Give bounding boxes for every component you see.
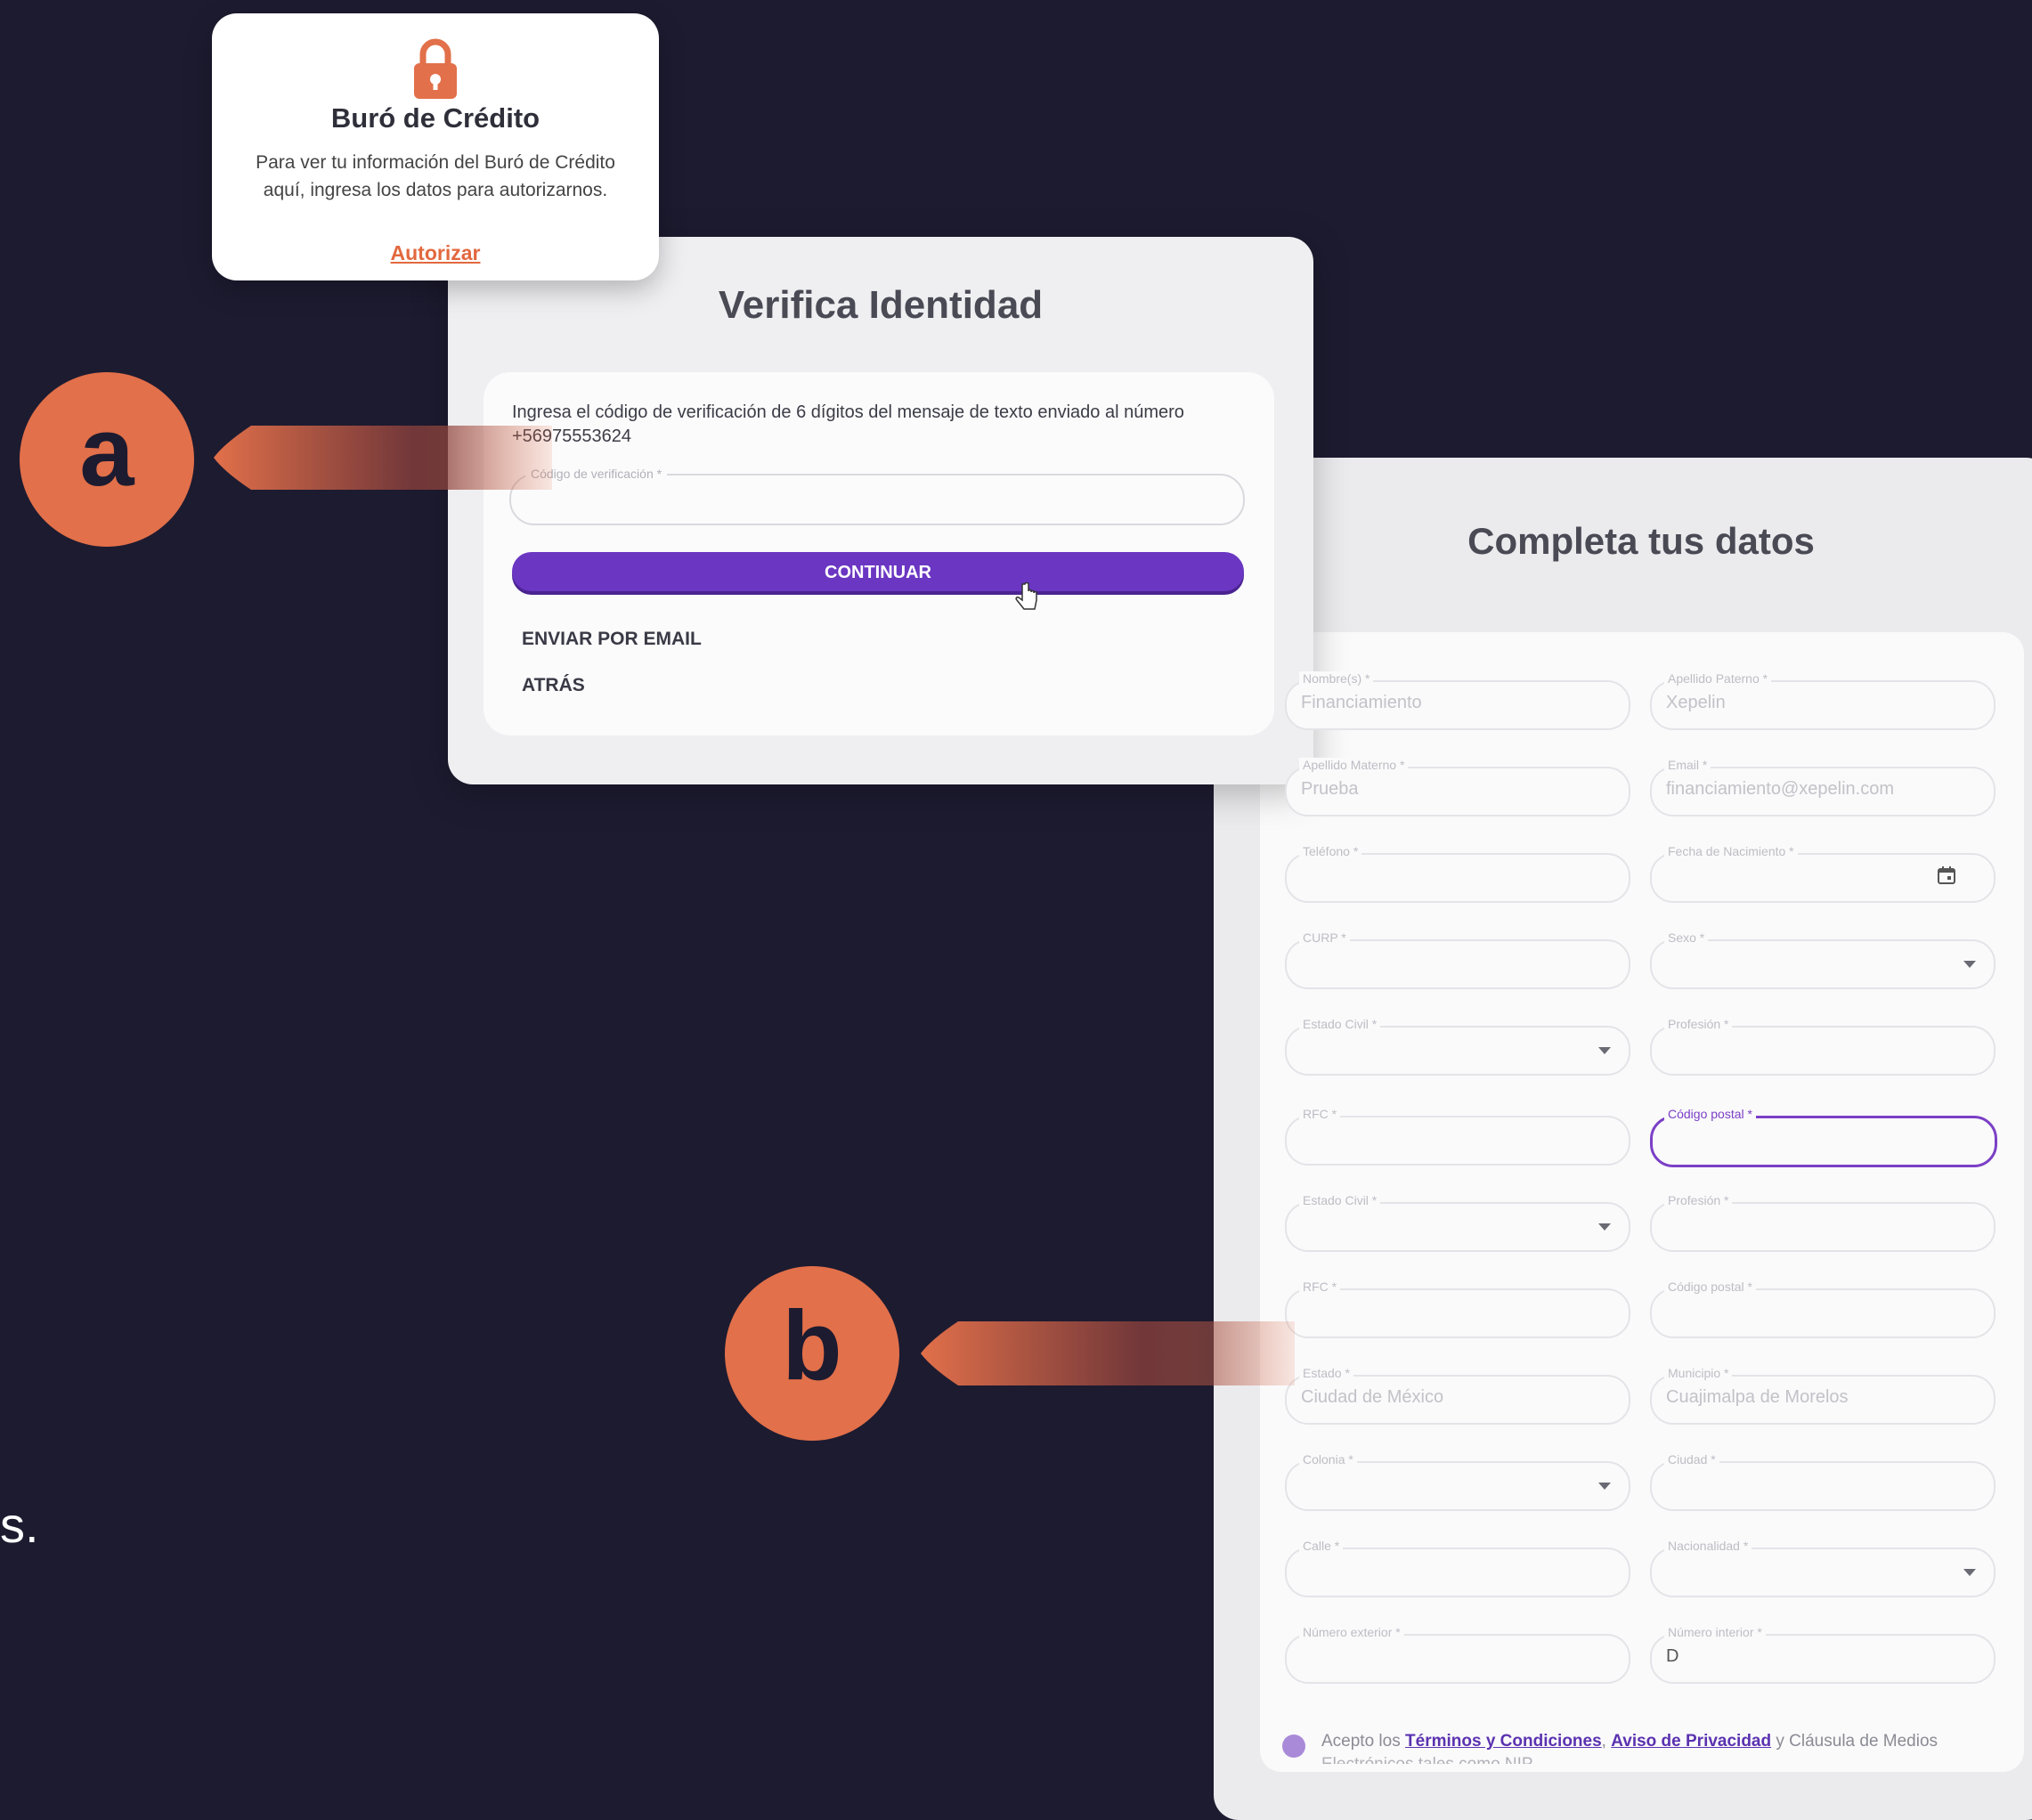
form-field[interactable]	[1650, 939, 1995, 989]
form-field[interactable]	[1285, 1288, 1630, 1338]
buro-credito-card: Buró de Crédito Para ver tu información …	[212, 13, 659, 280]
form-field-value: Financiamiento	[1301, 693, 1422, 712]
arrow-a-icon	[214, 426, 552, 490]
form-field-label: Colonia *	[1299, 1452, 1357, 1467]
form-field-value: Ciudad de México	[1301, 1387, 1444, 1407]
continuar-button[interactable]: CONTINUAR	[512, 552, 1244, 591]
stray-text: s.	[0, 1497, 39, 1553]
form-field[interactable]	[1650, 1116, 1997, 1167]
form-field-value: Xepelin	[1666, 693, 1726, 712]
buro-title: Buró de Crédito	[330, 102, 541, 134]
terminos-link[interactable]: Términos y Condiciones	[1405, 1732, 1602, 1751]
terms-checkbox[interactable]	[1282, 1735, 1305, 1758]
chevron-down-icon[interactable]	[1598, 1483, 1611, 1490]
chevron-down-icon[interactable]	[1963, 961, 1976, 968]
terms-prefix: Acepto los	[1321, 1732, 1401, 1751]
form-field[interactable]	[1285, 1634, 1630, 1684]
form-field-label: Número interior *	[1664, 1625, 1766, 1639]
form-field[interactable]	[1650, 1461, 1995, 1511]
hand-cursor-icon	[1015, 582, 1037, 610]
form-field-label: Email *	[1664, 758, 1711, 772]
arrow-b-icon	[921, 1321, 1295, 1385]
form-field[interactable]	[1285, 1548, 1630, 1597]
form-field[interactable]	[1285, 939, 1630, 989]
verifica-title: Verifica Identidad	[718, 283, 1044, 327]
form-field-label: Fecha de Nacimiento *	[1664, 844, 1798, 858]
form-field-label: Profesión *	[1664, 1017, 1733, 1031]
completa-title: Completa tus datos	[1467, 520, 1815, 562]
form-field-label: Sexo *	[1664, 930, 1709, 945]
form-field-label: Calle *	[1299, 1539, 1344, 1553]
verification-code-input[interactable]	[509, 474, 1245, 525]
form-field-label: RFC *	[1299, 1107, 1341, 1121]
form-field[interactable]	[1650, 1288, 1995, 1338]
form-field-label: Nombre(s) *	[1299, 671, 1374, 686]
privacidad-link[interactable]: Aviso de Privacidad	[1611, 1732, 1771, 1751]
form-field[interactable]	[1285, 1116, 1630, 1166]
form-field[interactable]	[1285, 1461, 1630, 1511]
lock-icon	[414, 38, 457, 99]
form-field-value: Prueba	[1301, 779, 1359, 799]
verifica-instructions: Ingresa el código de verificación de 6 d…	[512, 402, 1184, 446]
chevron-down-icon[interactable]	[1598, 1223, 1611, 1231]
form-field-value: Cuajimalpa de Morelos	[1666, 1387, 1849, 1407]
form-field[interactable]	[1285, 1026, 1630, 1076]
form-field-label: Municipio *	[1664, 1366, 1733, 1380]
form-field-label: RFC *	[1299, 1280, 1341, 1294]
form-field-label: CURP *	[1299, 930, 1350, 945]
form-field-label: Código postal *	[1664, 1280, 1756, 1294]
form-field-value: D	[1666, 1646, 1679, 1666]
form-field-label: Apellido Materno *	[1299, 758, 1409, 772]
form-field-label: Código postal *	[1664, 1107, 1756, 1121]
terms-text: Acepto los Términos y Condiciones, Aviso…	[1321, 1732, 1939, 1764]
calendar-icon[interactable]	[1937, 865, 1956, 885]
badge-b: b	[725, 1266, 899, 1441]
autorizar-link[interactable]: Autorizar	[212, 241, 659, 265]
form-field-label: Ciudad *	[1664, 1452, 1719, 1467]
form-field-label: Profesión *	[1664, 1193, 1733, 1207]
form-field-label: Número exterior *	[1299, 1625, 1404, 1639]
form-field[interactable]	[1650, 1202, 1995, 1252]
enviar-por-email-button[interactable]: ENVIAR POR EMAIL	[522, 629, 702, 650]
buro-description: Para ver tu información del Buró de Créd…	[256, 152, 615, 200]
form-field[interactable]	[1285, 1202, 1630, 1252]
form-field-label: Teléfono *	[1299, 844, 1362, 858]
form-field-value: financiamiento@xepelin.com	[1666, 779, 1894, 799]
form-field-label: Apellido Paterno *	[1664, 671, 1772, 686]
form-field-label: Estado Civil *	[1299, 1193, 1381, 1207]
form-field[interactable]	[1650, 1026, 1995, 1076]
form-field[interactable]	[1285, 853, 1630, 903]
form-field[interactable]	[1650, 1634, 1995, 1684]
chevron-down-icon[interactable]	[1963, 1569, 1976, 1576]
chevron-down-icon[interactable]	[1598, 1047, 1611, 1054]
terms-cut-line: Electrónicos tales como NIP	[1321, 1755, 1533, 1764]
badge-a: a	[20, 372, 194, 547]
terms-suffix: y Cláusula de Medios	[1776, 1732, 1939, 1751]
form-field-label: Nacionalidad *	[1664, 1539, 1752, 1553]
form-field[interactable]	[1650, 1548, 1995, 1597]
form-field-label: Estado *	[1299, 1366, 1353, 1380]
form-field-label: Estado Civil *	[1299, 1017, 1381, 1031]
atras-button[interactable]: ATRÁS	[522, 675, 585, 696]
